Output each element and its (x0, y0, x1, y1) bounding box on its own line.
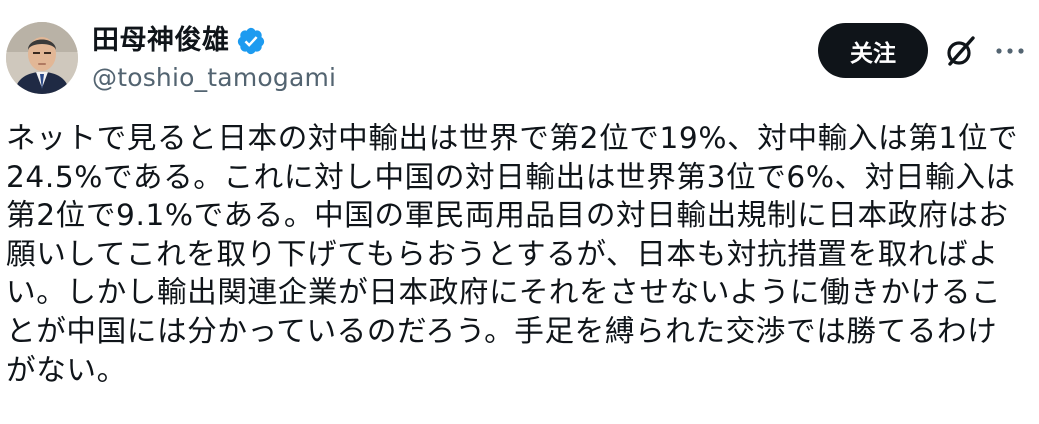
post-text-line: 第2位で9.1%である。中国の軍民両用品目の対日輸出規制に日本政府はお (6, 198, 1009, 233)
avatar-photo (6, 22, 78, 94)
post-text-line: い。しかし輸出関連企業が日本政府にそれをさせないように働きかけるこ (6, 275, 1002, 310)
post-card: 田母神俊雄 @toshio_tamogami 关注 ネットで見ると日本の対中輸出… (0, 0, 1039, 424)
verified-badge-icon[interactable] (236, 26, 266, 56)
user-handle[interactable]: @toshio_tamogami (92, 60, 336, 96)
display-name[interactable]: 田母神俊雄 (92, 24, 230, 58)
author-block: 田母神俊雄 @toshio_tamogami (92, 24, 336, 96)
post-text-line: ネットで見ると日本の対中輸出は世界で第2位で19%、対中輸入は第1位で (6, 121, 1019, 155)
more-options-icon[interactable] (992, 40, 1028, 62)
grok-icon[interactable] (944, 34, 978, 68)
post-text-line: とが中国には分かっているのだろう。手足を縛られた交渉では勝てるわけ (6, 313, 998, 348)
avatar[interactable] (6, 22, 78, 94)
post-text: ネットで見ると日本の対中輸出は世界で第2位で19%、対中輸入は第1位で 24.5… (6, 119, 1036, 389)
post-text-line: 願いしてこれを取り下げてもらおうとするが、日本も対抗措置を取ればよ (6, 236, 999, 271)
follow-button[interactable]: 关注 (818, 23, 928, 78)
name-row: 田母神俊雄 (92, 24, 336, 58)
post-text-line: がない。 (6, 352, 127, 387)
post-text-line: 24.5%である。これに対し中国の対日輸出は世界第3位で6%、対日輸入は (6, 159, 1016, 194)
